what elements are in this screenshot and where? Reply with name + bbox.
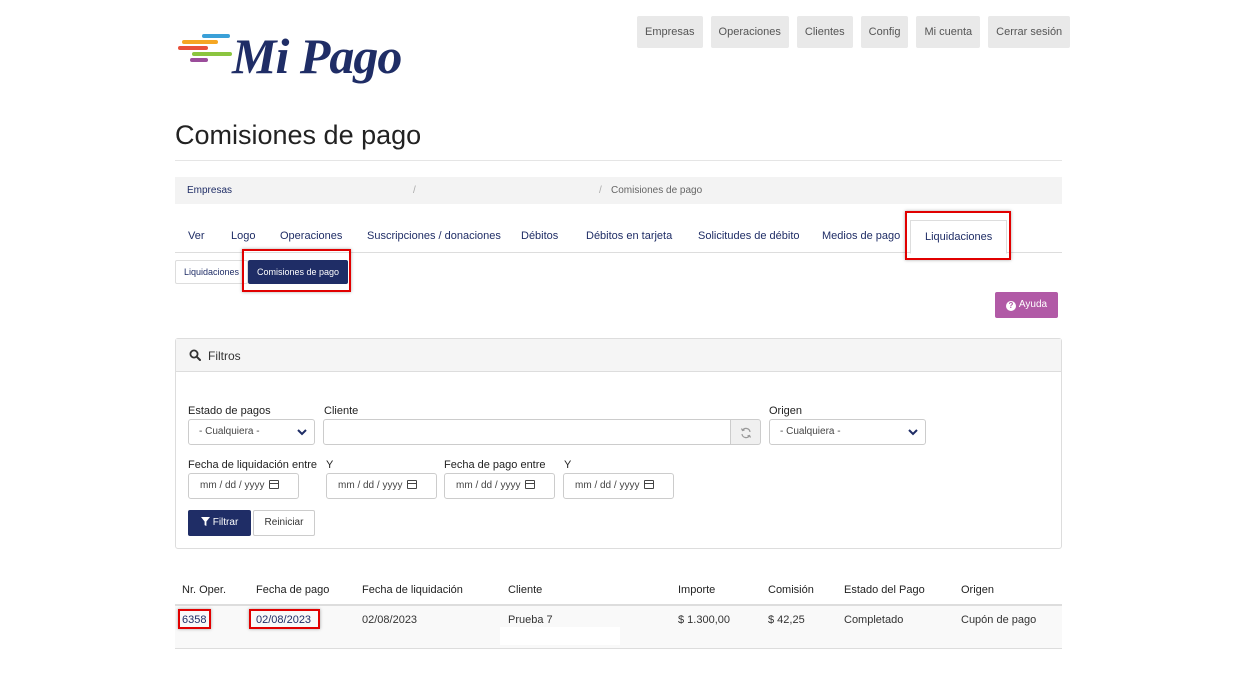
fecha-pago-desde[interactable]: mm / dd / yyyy: [444, 473, 555, 499]
cliente-refresh-button[interactable]: [731, 419, 761, 445]
breadcrumb-empresas[interactable]: Empresas: [187, 177, 232, 204]
fecha-liquidacion-label: Fecha de liquidación entre: [188, 459, 318, 471]
cell-cliente: Prueba 7: [508, 614, 553, 626]
origen-label: Origen: [769, 405, 803, 417]
subtab-liquidaciones[interactable]: Liquidaciones: [175, 260, 249, 284]
calendar-icon[interactable]: [407, 480, 418, 489]
breadcrumb-separator: /: [413, 185, 416, 196]
logo-text: Mi Pago: [232, 28, 402, 84]
tab-liquidaciones[interactable]: Liquidaciones: [910, 220, 1008, 254]
cell-fecha-pago[interactable]: 02/08/2023: [256, 614, 311, 626]
breadcrumb: Empresas / / Comisiones de pago: [175, 177, 1062, 204]
nav-operaciones[interactable]: Operaciones: [710, 16, 789, 48]
help-label: Ayuda: [1018, 299, 1048, 310]
tab-ver[interactable]: Ver: [188, 218, 205, 253]
filter-icon: [200, 517, 210, 526]
estado-select[interactable]: - Cualquiera -: [188, 419, 315, 445]
cell-estado-pago: Completado: [844, 614, 904, 626]
fecha-liquidacion-desde[interactable]: mm / dd / yyyy: [188, 473, 299, 499]
nav-mi-cuenta[interactable]: Mi cuenta: [916, 16, 981, 48]
origen-select[interactable]: - Cualquiera -: [769, 419, 926, 445]
refresh-icon: [740, 427, 752, 439]
date-placeholder: mm / dd / yyyy: [575, 480, 640, 491]
calendar-icon[interactable]: [269, 480, 280, 489]
cell-importe: $ 1.300,00: [678, 614, 730, 626]
tab-suscripciones[interactable]: Suscripciones / donaciones: [367, 218, 501, 253]
col-importe: Importe: [678, 584, 716, 596]
nav-config[interactable]: Config: [860, 16, 909, 48]
cliente-label: Cliente: [324, 405, 359, 417]
fecha-pago-y-label: Y: [564, 459, 572, 471]
fecha-liquidacion-hasta[interactable]: mm / dd / yyyy: [326, 473, 437, 499]
reiniciar-button[interactable]: Reiniciar: [253, 510, 315, 536]
company-tabs: Ver Logo Operaciones Suscripciones / don…: [175, 218, 1062, 254]
filters-header: Filtros: [176, 339, 1061, 372]
col-comision: Comisión: [768, 584, 814, 596]
mipago-logo[interactable]: Mi Pago: [178, 24, 418, 86]
search-icon: [189, 349, 201, 361]
help-button[interactable]: ? Ayuda: [995, 292, 1058, 318]
col-origen: Origen: [961, 584, 995, 596]
filters-title: Filtros: [208, 349, 241, 363]
filtrar-label: Filtrar: [212, 517, 239, 528]
page-title: Comisiones de pago: [175, 120, 422, 150]
date-placeholder: mm / dd / yyyy: [338, 480, 403, 491]
cliente-input[interactable]: [323, 419, 731, 445]
tab-solicitudes-debito[interactable]: Solicitudes de débito: [698, 218, 800, 253]
tab-logo[interactable]: Logo: [231, 218, 255, 253]
fecha-liquidacion-y-label: Y: [326, 459, 334, 471]
cell-fecha-liquidacion: 02/08/2023: [362, 614, 418, 626]
col-cliente: Cliente: [508, 584, 543, 596]
fecha-pago-label: Fecha de pago entre: [444, 459, 546, 471]
breadcrumb-current: Comisiones de pago: [611, 185, 703, 196]
col-fecha-pago: Fecha de pago: [256, 584, 330, 596]
tab-medios-pago[interactable]: Medios de pago: [822, 218, 900, 253]
col-fecha-liquidacion: Fecha de liquidación: [362, 584, 463, 596]
nav-clientes[interactable]: Clientes: [796, 16, 853, 48]
col-estado-pago: Estado del Pago: [844, 584, 925, 596]
tab-debitos-tarjeta[interactable]: Débitos en tarjeta: [586, 218, 672, 253]
filtrar-button[interactable]: Filtrar: [188, 510, 251, 536]
nav-cerrar-sesion[interactable]: Cerrar sesión: [988, 16, 1071, 48]
redaction-mask: [500, 627, 620, 645]
breadcrumb-separator: /: [599, 185, 602, 196]
calendar-icon[interactable]: [525, 480, 536, 489]
cell-nr-oper[interactable]: 6358: [182, 614, 206, 626]
chevron-down-icon: [297, 429, 307, 436]
chevron-down-icon: [908, 429, 918, 436]
fecha-pago-hasta[interactable]: mm / dd / yyyy: [563, 473, 674, 499]
top-navigation: Empresas Operaciones Clientes Config Mi …: [637, 16, 1071, 48]
tab-operaciones[interactable]: Operaciones: [280, 218, 342, 253]
cell-comision: $ 42,25: [768, 614, 805, 626]
date-placeholder: mm / dd / yyyy: [200, 480, 265, 491]
estado-value: - Cualquiera -: [199, 426, 260, 437]
calendar-icon[interactable]: [644, 480, 655, 489]
question-icon: ?: [1005, 301, 1016, 311]
cell-origen: Cupón de pago: [961, 614, 1037, 626]
tab-debitos[interactable]: Débitos: [521, 218, 558, 253]
date-placeholder: mm / dd / yyyy: [456, 480, 521, 491]
col-nr-oper: Nr. Oper.: [182, 584, 227, 596]
estado-label: Estado de pagos: [188, 405, 271, 417]
origen-value: - Cualquiera -: [780, 426, 841, 437]
subtab-comisiones-de-pago[interactable]: Comisiones de pago: [248, 260, 349, 284]
title-divider: [175, 160, 1062, 161]
logo-speed-lines: [178, 34, 238, 64]
nav-empresas[interactable]: Empresas: [637, 16, 703, 48]
